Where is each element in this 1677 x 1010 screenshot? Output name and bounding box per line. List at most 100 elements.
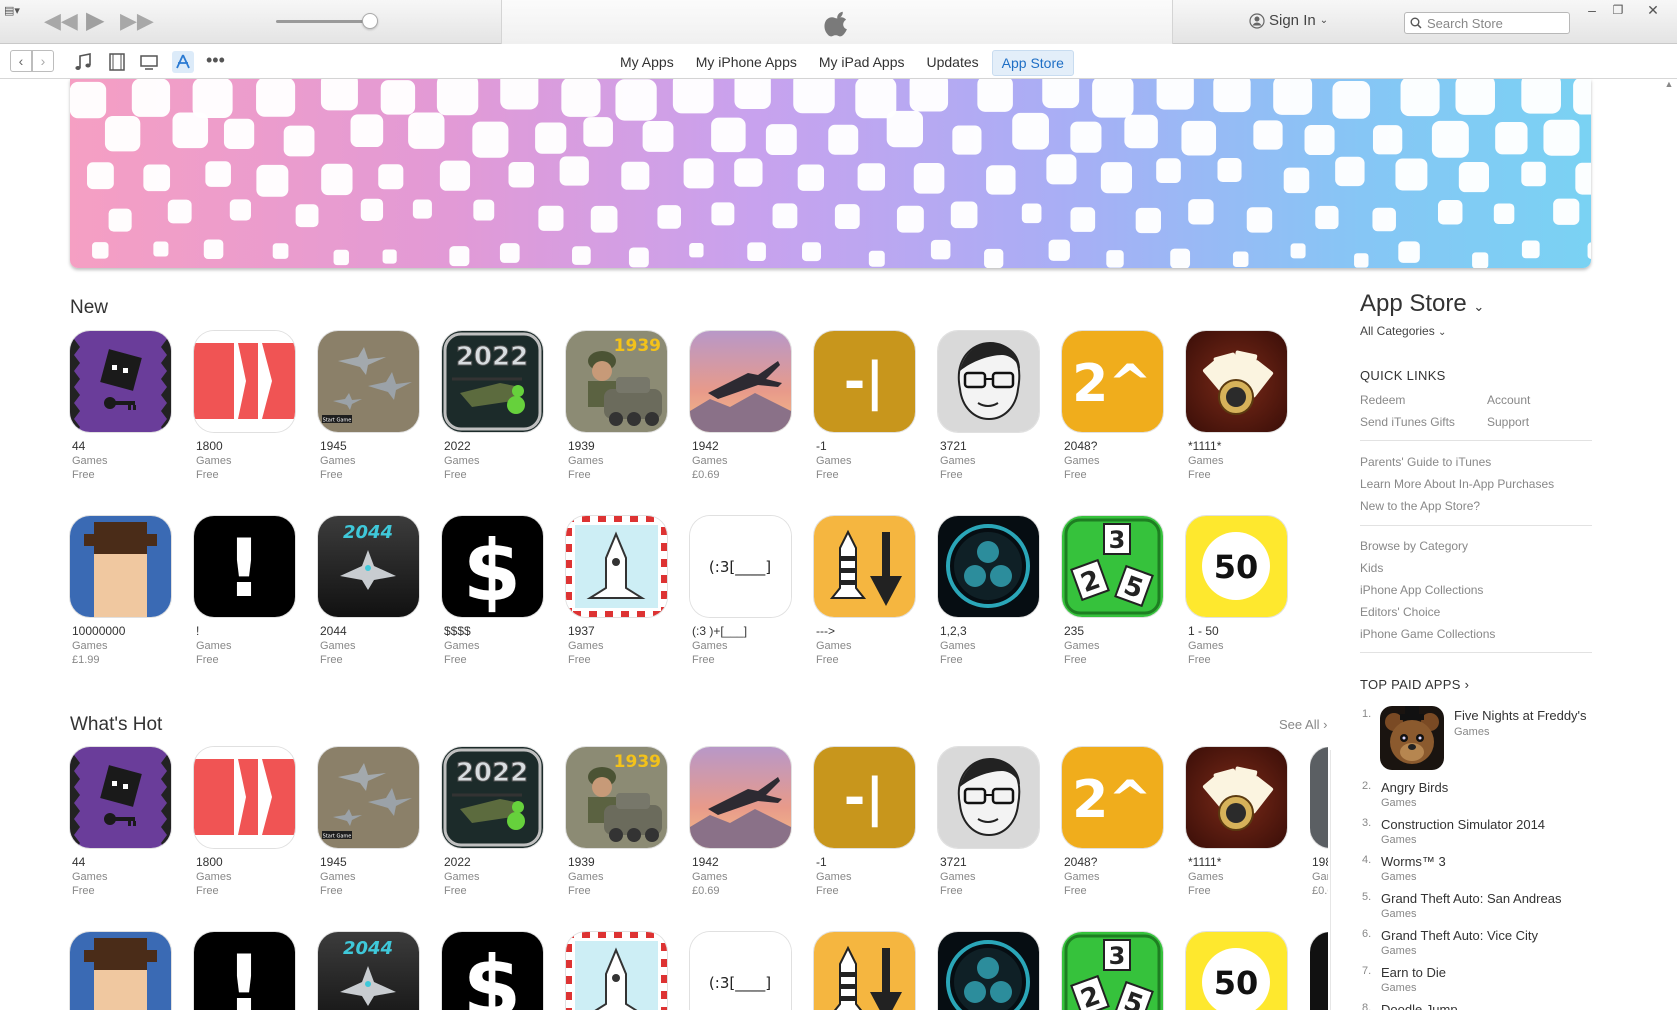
app-icon[interactable] (690, 331, 791, 432)
app-tile[interactable]: Start Game 1945 Games Free (318, 331, 422, 481)
send-gifts-link[interactable]: Send iTunes Gifts (1360, 415, 1455, 429)
app-tile[interactable]: 1,2,3 Games Free (938, 516, 1042, 666)
app-icon[interactable] (814, 932, 915, 1010)
app-tile[interactable]: 2044 (318, 932, 422, 1010)
back-button[interactable]: ‹ (10, 50, 32, 72)
app-icon[interactable]: $ (442, 932, 543, 1010)
app-tile[interactable] (70, 932, 174, 1010)
app-icon[interactable] (938, 516, 1039, 617)
search-input[interactable]: Search Store (1404, 12, 1570, 34)
app-tile[interactable] (566, 932, 670, 1010)
game-collections-link[interactable]: iPhone Game Collections (1360, 627, 1495, 641)
music-note-icon[interactable] (72, 51, 94, 73)
app-tile[interactable]: 44 Games Free (70, 331, 174, 481)
app-tile[interactable]: 1800 Games Free (194, 747, 298, 897)
store-title[interactable]: App Store ⌄ (1360, 290, 1592, 318)
support-link[interactable]: Support (1487, 415, 1529, 429)
app-tile[interactable]: (:3[____] (690, 932, 794, 1010)
minimize-button[interactable]: – (1580, 0, 1604, 20)
tab-my-apps[interactable]: My Apps (611, 50, 683, 76)
rewind-icon[interactable]: ◀◀ (44, 9, 78, 33)
app-icon[interactable] (1310, 932, 1328, 1010)
app-icon[interactable] (1186, 747, 1287, 848)
tv-icon[interactable] (138, 51, 160, 73)
app-icon[interactable] (814, 516, 915, 617)
app-icon[interactable]: 3 2 5 (1062, 516, 1163, 617)
parents-guide-link[interactable]: Parents' Guide to iTunes (1360, 455, 1491, 469)
forward-button[interactable]: › (32, 50, 54, 72)
app-tile[interactable]: 1939 1939 Games Free (566, 331, 670, 481)
app-tile[interactable]: 3721 Games Free (938, 331, 1042, 481)
app-menu-icon[interactable]: ▤▾ (4, 4, 28, 18)
hero-banner[interactable] (70, 79, 1591, 268)
app-tile[interactable]: 44 Games Free (70, 747, 174, 897)
scrollbar[interactable]: ▲ (1661, 79, 1677, 1010)
app-tile[interactable]: ! ! Games Free (194, 516, 298, 666)
app-tile[interactable]: 1800 Games Free (194, 331, 298, 481)
tab-my-ipad-apps[interactable]: My iPad Apps (810, 50, 914, 76)
app-tile[interactable]: 50 (1186, 932, 1290, 1010)
app-icon[interactable]: 1939 (566, 331, 667, 432)
app-tile[interactable]: *1111* Games Free (1186, 747, 1290, 897)
app-tile[interactable]: 3 2 5 235 Games Free (1062, 516, 1166, 666)
top-paid-item-6[interactable]: 6. Grand Theft Auto: Vice City Games (1360, 928, 1592, 962)
app-icon[interactable] (1310, 747, 1328, 848)
app-icon[interactable] (938, 747, 1039, 848)
app-tile[interactable]: $ $$$$ Games Free (442, 516, 546, 666)
app-icon[interactable] (566, 516, 667, 617)
app-tile[interactable]: 10000000 Games £1.99 (70, 516, 174, 666)
app-icon[interactable]: 2^ (1062, 747, 1163, 848)
app-icon[interactable] (70, 516, 171, 617)
app-tile[interactable] (938, 932, 1042, 1010)
app-icon[interactable]: 2044 (318, 932, 419, 1010)
app-icon[interactable]: (:3[____] (690, 932, 791, 1010)
app-icon[interactable] (1186, 331, 1287, 432)
maximize-button[interactable]: ❐ (1606, 0, 1630, 20)
top-paid-item-2[interactable]: 2. Angry Birds Games (1360, 780, 1592, 814)
top-paid-item-4[interactable]: 4. Worms™ 3 Games (1360, 854, 1592, 888)
categories-dropdown[interactable]: All Categories ⌄ (1360, 324, 1592, 338)
app-icon[interactable]: (:3[____] (690, 516, 791, 617)
app-tile[interactable]: 3 2 5 (1062, 932, 1166, 1010)
app-store-icon[interactable] (172, 51, 194, 73)
app-icon[interactable]: -| (814, 747, 915, 848)
app-icon[interactable]: $ (442, 516, 543, 617)
app-tile[interactable]: 2022 2022 Games Free (442, 747, 546, 897)
app-icon[interactable] (690, 747, 791, 848)
app-icon[interactable]: 2^ (1062, 331, 1163, 432)
app-tile[interactable] (814, 932, 918, 1010)
top-paid-item-8[interactable]: 8. Doodle Jump (1360, 1002, 1592, 1010)
app-icon[interactable] (70, 747, 171, 848)
app-tile[interactable]: 1937 Games Free (566, 516, 670, 666)
editors-choice-link[interactable]: Editors' Choice (1360, 605, 1440, 619)
redeem-link[interactable]: Redeem (1360, 393, 1405, 407)
app-icon[interactable]: 50 (1186, 932, 1287, 1010)
app-icon[interactable]: 2022 (442, 747, 543, 848)
in-app-purchases-link[interactable]: Learn More About In-App Purchases (1360, 477, 1554, 491)
see-all-link[interactable]: See All › (1279, 717, 1327, 732)
app-tile[interactable]: ! (194, 932, 298, 1010)
app-icon[interactable]: 1939 (566, 747, 667, 848)
app-icon[interactable]: 2044 (318, 516, 419, 617)
volume-slider-knob[interactable] (362, 13, 378, 29)
app-tile[interactable]: 1942 Games £0.69 (690, 331, 794, 481)
app-icon[interactable] (70, 932, 171, 1010)
app-tile[interactable]: $ (442, 932, 546, 1010)
app-icon[interactable] (566, 932, 667, 1010)
app-tile[interactable]: 1942 Games £0.69 (690, 747, 794, 897)
app-tile[interactable]: (:3[____] (:3 )+[___] Games Free (690, 516, 794, 666)
top-paid-item-3[interactable]: 3. Construction Simulator 2014 Games (1360, 817, 1592, 851)
app-icon[interactable] (194, 747, 295, 848)
app-icon[interactable] (938, 932, 1039, 1010)
app-tile[interactable]: ---> Games Free (814, 516, 918, 666)
app-icon[interactable]: 50 (1186, 516, 1287, 617)
app-tile[interactable]: Start Game 1945 Games Free (318, 747, 422, 897)
top-paid-item-5[interactable]: 5. Grand Theft Auto: San Andreas Games (1360, 891, 1592, 925)
more-icon[interactable]: ••• (206, 51, 228, 73)
play-icon[interactable]: ▶ (86, 9, 104, 33)
app-tile[interactable]: 2^ 2048? Games Free (1062, 747, 1166, 897)
app-tile[interactable]: 1982 Games £0.69 (1310, 747, 1328, 897)
app-tile[interactable]: 50 1 - 50 Games Free (1186, 516, 1290, 666)
scroll-up-icon[interactable]: ▲ (1661, 79, 1677, 89)
kids-link[interactable]: Kids (1360, 561, 1383, 575)
